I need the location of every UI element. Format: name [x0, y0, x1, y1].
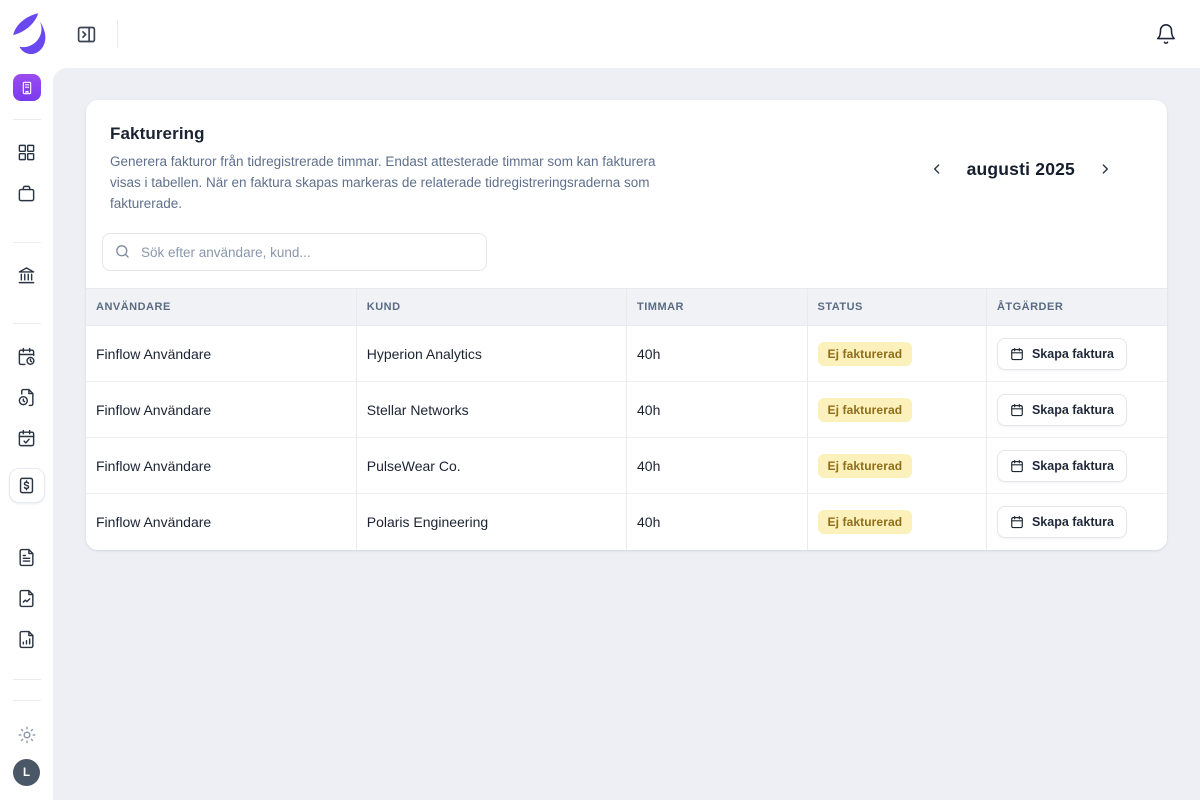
create-invoice-button[interactable]: Skapa faktura [997, 338, 1127, 370]
invoice-dollar-icon [17, 476, 36, 495]
search-input[interactable] [102, 233, 487, 271]
topbar-divider [117, 20, 118, 48]
billing-table: AnvändareKundTimmarStatusÅtgärder Finflo… [86, 288, 1167, 550]
cell-actions: Skapa faktura [986, 382, 1167, 438]
previous-month-button[interactable] [925, 157, 949, 181]
main-content: Fakturering Generera fakturor från tidre… [53, 68, 1200, 800]
month-label: augusti 2025 [967, 159, 1075, 180]
cell-user: Finflow Användare [86, 438, 356, 494]
calendar-clock-icon [17, 347, 36, 366]
cell-status: Ej fakturerad [807, 494, 986, 550]
sidebar-bottom-group: L [13, 669, 41, 786]
status-badge: Ej fakturerad [818, 342, 913, 366]
building-icon [19, 80, 35, 96]
column-header: Användare [86, 289, 356, 326]
cell-actions: Skapa faktura [986, 494, 1167, 550]
sun-icon [17, 725, 37, 745]
notifications-button[interactable] [1155, 23, 1177, 45]
file-chart-line-icon [17, 589, 36, 608]
topbar [53, 0, 1200, 68]
sidebar-divider [13, 242, 41, 243]
status-badge: Ej fakturerad [818, 510, 913, 534]
user-avatar[interactable]: L [13, 759, 40, 786]
table-row: Finflow Användare PulseWear Co. 40h Ej f… [86, 438, 1167, 494]
create-invoice-button[interactable]: Skapa faktura [997, 450, 1127, 482]
bell-icon [1155, 23, 1177, 45]
cell-customer: Hyperion Analytics [356, 326, 626, 382]
sidebar-divider [13, 679, 41, 680]
calendar-icon [1010, 347, 1024, 361]
file-chart-column-icon [17, 630, 36, 649]
sidebar-item-invoicing[interactable] [9, 468, 45, 503]
column-header: Status [807, 289, 986, 326]
page-description: Generera fakturor från tidregistrerade t… [110, 151, 665, 214]
cell-status: Ej fakturerad [807, 438, 986, 494]
sidebar-toggle-button[interactable] [76, 24, 97, 45]
status-badge: Ej fakturerad [818, 454, 913, 478]
briefcase-icon [17, 184, 36, 203]
billing-card: Fakturering Generera fakturor från tidre… [86, 100, 1167, 550]
cell-user: Finflow Användare [86, 326, 356, 382]
sidebar-item-dashboard[interactable] [15, 141, 39, 164]
billing-card-header: Fakturering Generera fakturor från tidre… [86, 100, 1167, 214]
sidebar-divider [13, 119, 41, 120]
finflow-flame-logo [7, 12, 47, 54]
sidebar-item-attestation[interactable] [15, 427, 39, 450]
cell-actions: Skapa faktura [986, 438, 1167, 494]
sidebar-divider [13, 323, 41, 324]
sidebar-item-bank[interactable] [15, 264, 39, 287]
cell-customer: Polaris Engineering [356, 494, 626, 550]
cell-hours: 40h [627, 382, 808, 438]
table-row: Finflow Användare Stellar Networks 40h E… [86, 382, 1167, 438]
avatar-initial: L [23, 767, 30, 779]
sidebar: L [0, 0, 53, 800]
chevron-right-icon [1097, 161, 1113, 177]
search-container [102, 233, 487, 271]
calendar-icon [1010, 515, 1024, 529]
calendar-icon [1010, 403, 1024, 417]
column-header: Timmar [627, 289, 808, 326]
file-clock-icon [17, 388, 36, 407]
calendar-check-icon [17, 429, 36, 448]
layout-grid-icon [17, 143, 36, 162]
sidebar-item-statistics[interactable] [15, 628, 39, 651]
cell-customer: Stellar Networks [356, 382, 626, 438]
cell-status: Ej fakturerad [807, 326, 986, 382]
sidebar-item-time-registration[interactable] [15, 345, 39, 368]
next-month-button[interactable] [1093, 157, 1117, 181]
calendar-icon [1010, 459, 1024, 473]
create-invoice-button[interactable]: Skapa faktura [997, 506, 1127, 538]
theme-toggle-button[interactable] [17, 725, 37, 745]
cell-user: Finflow Användare [86, 494, 356, 550]
table-row: Finflow Användare Polaris Engineering 40… [86, 494, 1167, 550]
chevron-left-icon [929, 161, 945, 177]
sidebar-item-projects[interactable] [15, 182, 39, 205]
table-header-row: AnvändareKundTimmarStatusÅtgärder [86, 289, 1167, 326]
sidebar-item-documents[interactable] [15, 546, 39, 569]
create-invoice-button[interactable]: Skapa faktura [997, 394, 1127, 426]
cell-status: Ej fakturerad [807, 382, 986, 438]
cell-user: Finflow Användare [86, 382, 356, 438]
cell-customer: PulseWear Co. [356, 438, 626, 494]
file-text-icon [17, 548, 36, 567]
workspace-button[interactable] [13, 74, 41, 101]
column-header: Kund [356, 289, 626, 326]
sidebar-item-time-history[interactable] [15, 386, 39, 409]
column-header: Åtgärder [986, 289, 1167, 326]
status-badge: Ej fakturerad [818, 398, 913, 422]
page-title: Fakturering [110, 124, 665, 144]
cell-hours: 40h [627, 438, 808, 494]
cell-actions: Skapa faktura [986, 326, 1167, 382]
sidebar-divider [13, 700, 41, 701]
cell-hours: 40h [627, 326, 808, 382]
month-navigation: augusti 2025 [925, 157, 1117, 181]
cell-hours: 40h [627, 494, 808, 550]
sidebar-item-reports[interactable] [15, 587, 39, 610]
panel-toggle-icon [76, 24, 97, 45]
table-row: Finflow Användare Hyperion Analytics 40h… [86, 326, 1167, 382]
landmark-icon [17, 266, 36, 285]
